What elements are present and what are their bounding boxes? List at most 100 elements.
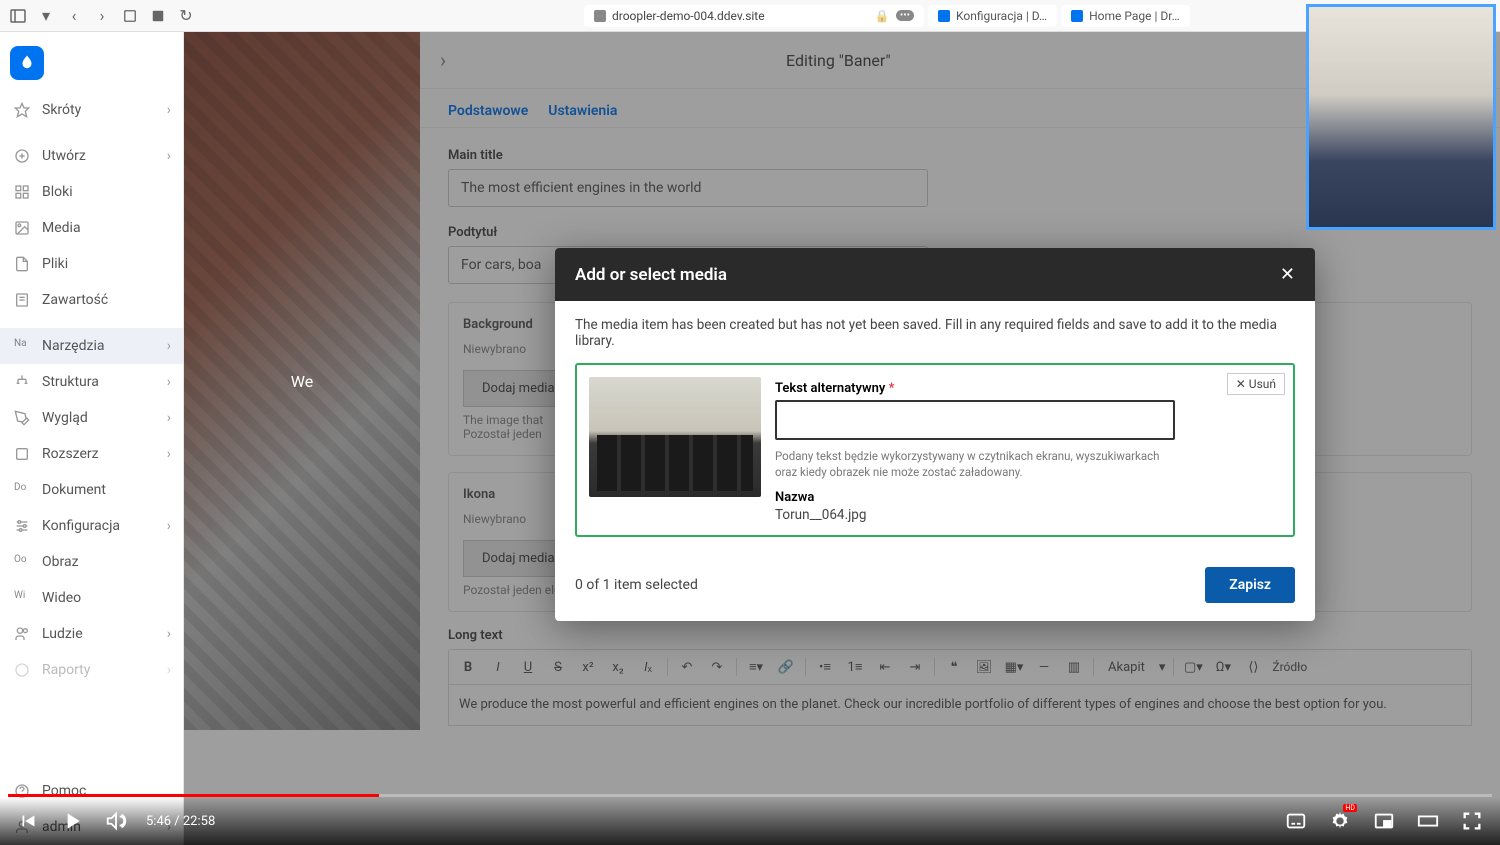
remove-label: Usuń [1249,377,1276,391]
volume-icon[interactable] [102,807,130,835]
back-button[interactable]: › [440,48,446,72]
chevron-right-icon: › [167,338,171,354]
modal-title: Add or select media [575,265,727,285]
sidebar-label: Obraz [42,554,79,570]
video-controls: 5:46 / 22:58 HD [0,797,1500,845]
reader-icon[interactable] [148,6,168,26]
superscript-icon[interactable]: x² [577,656,599,678]
strike-icon[interactable]: S [547,656,569,678]
chevron-right-icon: › [167,446,171,462]
sidebar-toggle-icon[interactable] [8,6,28,26]
sidebar-item-ludzie[interactable]: Ludzie › [0,616,183,652]
name-value: Torun__064.jpg [775,507,1281,523]
sidebar-item-zawartosc[interactable]: Zawartość [0,282,183,318]
sidebar-item-skroty[interactable]: Skróty› [0,92,183,128]
prev-icon[interactable] [14,807,42,835]
source-label[interactable]: Źródło [1272,660,1307,674]
sidebar-item-wyglad[interactable]: Wygląd› [0,400,183,436]
styles-icon[interactable]: ▢▾ [1182,656,1204,678]
fullscreen-icon[interactable] [1458,807,1486,835]
sidebar-item-obraz[interactable]: Oo Obraz [0,544,183,580]
embed-icon[interactable]: ▥ [1063,656,1085,678]
back-icon[interactable]: ‹ [64,6,84,26]
italic-icon[interactable]: I [487,656,509,678]
save-button[interactable]: Zapisz [1205,567,1295,603]
underline-icon[interactable]: U [517,656,539,678]
subtitles-icon[interactable] [1282,807,1310,835]
editor-title: Editing "Baner" [786,51,891,70]
sidebar-item-bloki[interactable]: Bloki [0,174,183,210]
sidebar-label: Pliki [42,256,68,272]
sidebar-item-raporty[interactable]: Raporty› [0,652,183,688]
clear-format-icon[interactable]: Iₓ [637,656,659,678]
table-icon[interactable]: ▦▾ [1003,656,1025,678]
separator [805,658,806,676]
chevron-down-icon[interactable]: ▾ [36,6,56,26]
undo-icon[interactable]: ↶ [676,656,698,678]
miniplayer-icon[interactable] [1370,807,1398,835]
theater-icon[interactable] [1414,807,1442,835]
sidebar-item-struktura[interactable]: Struktura› [0,364,183,400]
source-icon[interactable]: ⟨⟩ [1242,656,1264,678]
remove-button[interactable]: ✕ Usuń [1227,373,1285,395]
refresh-icon[interactable]: ↻ [176,6,196,26]
tab-konfiguracja[interactable]: Konfiguracja | D… [928,5,1057,27]
sidebar-label: Ludzie [42,626,83,642]
tab-podstawowe[interactable]: Podstawowe [448,103,528,119]
forward-icon[interactable]: › [92,6,112,26]
separator [736,658,737,676]
align-icon[interactable]: ≡▾ [745,656,767,678]
more-icon[interactable]: ••• [896,10,914,21]
modal-info-text: The media item has been created but has … [575,317,1295,349]
separator [1093,658,1094,676]
sidebar-item-rozszerz[interactable]: Rozszerz› [0,436,183,472]
text-icon: Oo [14,554,30,570]
bold-icon[interactable]: B [457,656,479,678]
quote-icon[interactable]: ❝ [943,656,965,678]
text-icon: Wi [14,590,30,606]
sidebar-item-narzedzia[interactable]: NaNarzędzia› [0,328,183,364]
format-select[interactable]: Akapit [1102,660,1151,675]
url-bar[interactable]: droopler-demo-004.ddev.site 🔒 ••• [584,5,924,27]
sidebar-item-dokument[interactable]: DoDokument [0,472,183,508]
drupal-logo[interactable] [10,46,44,80]
chevron-right-icon: › [167,626,171,642]
special-char-icon[interactable]: Ω▾ [1212,656,1234,678]
sidebar-label: Wideo [42,590,81,606]
close-icon[interactable]: ✕ [1280,264,1295,285]
text-icon: Do [14,482,30,498]
sidebar-item-konfiguracja[interactable]: Konfiguracja› [0,508,183,544]
tab-home[interactable]: Home Page | Dr… [1061,5,1190,27]
list-ul-icon[interactable]: •≡ [814,656,836,678]
main-title-input[interactable] [448,169,928,207]
sidebar-item-wideo[interactable]: Wi Wideo [0,580,183,616]
sidebar-label: Skróty [42,102,81,118]
settings-icon[interactable]: HD [1326,807,1354,835]
tab-ustawienia[interactable]: Ustawienia [548,103,617,119]
drupal-favicon [938,10,950,22]
image-icon[interactable]: 🖼 [973,656,995,678]
sidebar-item-media[interactable]: Media [0,210,183,246]
browser-toolbar: ▾ ‹ › ↻ droopler-demo-004.ddev.site 🔒 ••… [0,0,1500,32]
play-icon[interactable] [58,807,86,835]
sidebar-label: Media [42,220,81,236]
long-text-editor[interactable]: We produce the most powerful and efficie… [448,685,1472,726]
link-icon[interactable]: 🔗 [775,656,797,678]
subscript-icon[interactable]: x₂ [607,656,629,678]
hd-badge: HD [1343,804,1357,812]
sidebar-label: Narzędzia [42,338,104,354]
sidebar-item-utworz[interactable]: Utwórz› [0,138,183,174]
selection-counter: 0 of 1 item selected [575,577,698,593]
indent-icon[interactable]: ⇥ [904,656,926,678]
tab-label: Home Page | Dr… [1089,9,1180,23]
name-label: Nazwa [775,490,1281,505]
redo-icon[interactable]: ↷ [706,656,728,678]
page-favicon [594,10,606,22]
outdent-icon[interactable]: ⇤ [874,656,896,678]
hr-icon[interactable]: — [1033,656,1055,678]
sidebar-item-pliki[interactable]: Pliki [0,246,183,282]
list-ol-icon[interactable]: 1≡ [844,656,866,678]
shield-icon[interactable] [120,6,140,26]
alt-text-input[interactable] [775,400,1175,440]
sidebar-label: Raporty [42,662,90,678]
